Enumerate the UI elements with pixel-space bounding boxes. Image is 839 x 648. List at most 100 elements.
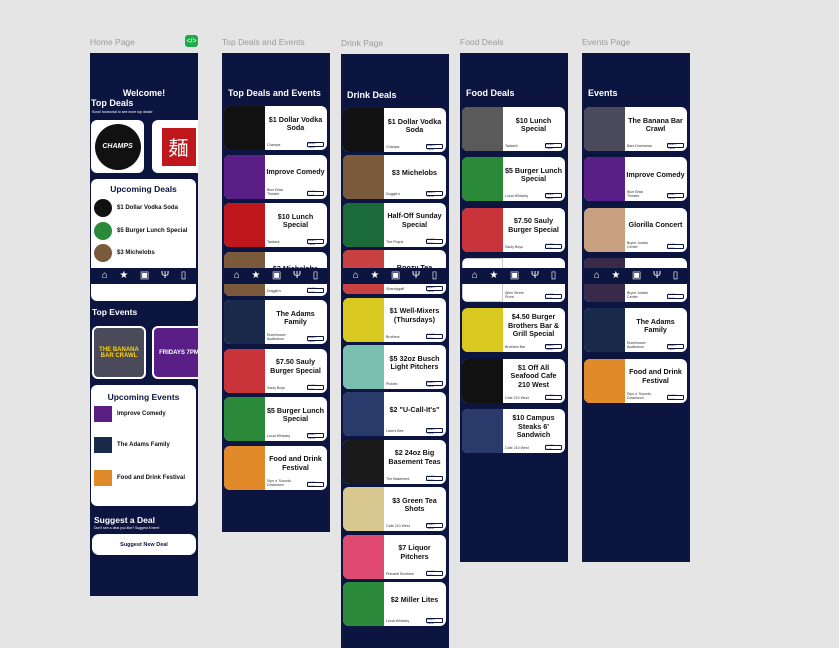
learn-more-badge[interactable]: Learn more xyxy=(307,480,324,488)
home-icon[interactable]: ⌂ xyxy=(594,271,600,281)
learn-more-badge[interactable]: Learn more xyxy=(667,192,684,200)
drink-icon[interactable]: ▯ xyxy=(551,271,557,281)
suggest-title: Suggest a Deal xyxy=(94,515,155,525)
learn-more-badge[interactable]: Learn more xyxy=(307,383,324,391)
calendar-icon[interactable]: ▣ xyxy=(391,271,400,281)
deal-card[interactable]: $7.50 Sauly Burger Special Sauly Boys Lear… xyxy=(462,207,565,252)
calendar-icon[interactable]: ▣ xyxy=(272,271,281,281)
food-icon[interactable]: Ψ xyxy=(161,271,169,281)
calendar-icon[interactable]: ▣ xyxy=(510,271,519,281)
food-icon[interactable]: Ψ xyxy=(293,271,301,281)
suggest-new-deal-button[interactable]: Suggest New Deal xyxy=(92,534,196,555)
learn-more-badge[interactable]: Learn more xyxy=(545,142,562,150)
deal-card[interactable]: Glorilla Concert Bryce Jordan Center Learn… xyxy=(584,207,687,252)
calendar-icon[interactable]: ▣ xyxy=(140,271,149,281)
list-item[interactable]: Improve Comedy xyxy=(94,406,166,422)
deal-card[interactable]: The Adams Family Eisenhower Auditorium Lea… xyxy=(224,300,327,344)
learn-more-badge[interactable]: Learn more xyxy=(667,142,684,150)
deal-card[interactable]: $1 Dollar Vodka Soda Champs Learn more xyxy=(224,106,327,150)
list-item[interactable]: $1 Dollar Vodka Soda xyxy=(94,199,178,217)
deal-card[interactable]: $10 Lunch Special Tadashi Learn more xyxy=(462,107,565,151)
learn-more-badge[interactable]: Learn more xyxy=(426,569,443,577)
deal-card[interactable]: $3 Green Tea Shots Cafe 210 West Learn mor… xyxy=(343,487,446,532)
drink-icon[interactable]: ▯ xyxy=(313,271,319,281)
food-icon[interactable]: Ψ xyxy=(412,271,420,281)
deal-card[interactable]: $1 Off All Seafood Cafe 210 West Cafe 210… xyxy=(462,358,565,403)
deal-card[interactable]: $4.50 Burger Brothers Bar & Grill Specia… xyxy=(462,308,565,353)
top-deal-card-champs[interactable]: CHAMPS xyxy=(91,120,144,173)
learn-more-badge[interactable]: Learn more xyxy=(545,393,562,401)
drink-icon[interactable]: ▯ xyxy=(673,271,679,281)
star-icon[interactable]: ★ xyxy=(119,271,128,281)
card-title: $5 Burger Lunch Special xyxy=(504,165,563,184)
home-icon[interactable]: ⌂ xyxy=(472,271,478,281)
deal-card[interactable]: $1 Well-Mixers (Thursdays) Brothers Learn … xyxy=(343,297,446,342)
learn-more-badge[interactable]: Learn more xyxy=(307,141,324,149)
deal-card[interactable]: Half-Off Sunday Special The Phyrst Learn m… xyxy=(343,202,446,247)
learn-more-badge[interactable]: Learn more xyxy=(307,432,324,440)
deal-card[interactable]: $5 32oz Busch Light Pitchers Pickles Learn… xyxy=(343,345,446,389)
deal-card[interactable]: $1 Dollar Vodka Soda Champs Learn more xyxy=(343,108,446,152)
learn-more-badge[interactable]: Learn more xyxy=(667,242,684,250)
learn-more-badge[interactable]: Learn more xyxy=(426,285,443,293)
deal-card[interactable]: $2 "U-Call-It's" Liam's Bee Learn more xyxy=(343,392,446,437)
drink-icon[interactable]: ▯ xyxy=(432,271,438,281)
learn-more-badge[interactable]: Learn more xyxy=(667,393,684,401)
code-icon[interactable]: </> xyxy=(185,35,198,47)
deal-card[interactable]: $2 24oz Big Basement Teas The Basement Lea… xyxy=(343,439,446,484)
deal-card[interactable]: $5 Burger Lunch Special Local Whiskey Lear… xyxy=(224,397,327,441)
learn-more-badge[interactable]: Learn more xyxy=(545,292,562,300)
star-icon[interactable]: ★ xyxy=(251,271,260,281)
deal-card[interactable]: $7.50 Sauly Burger Special Sauly Boys Lear… xyxy=(224,348,327,393)
learn-more-badge[interactable]: Learn more xyxy=(667,292,684,300)
deal-card[interactable]: $7 Liquor Pitchers Primanti Brothers Learn… xyxy=(343,534,446,579)
learn-more-badge[interactable]: Learn more xyxy=(307,335,324,343)
food-icon[interactable]: Ψ xyxy=(653,271,661,281)
list-item[interactable]: $3 Michelobs xyxy=(94,244,155,262)
learn-more-badge[interactable]: Learn more xyxy=(307,286,324,294)
deal-card[interactable]: The Banana Bar Crawl Bars Downtown Learn m… xyxy=(584,107,687,151)
learn-more-badge[interactable]: Learn more xyxy=(545,242,562,250)
learn-more-badge[interactable]: Learn more xyxy=(426,474,443,482)
list-item[interactable]: $5 Burger Lunch Special xyxy=(94,222,187,240)
food-icon[interactable]: Ψ xyxy=(531,271,539,281)
learn-more-badge[interactable]: Learn more xyxy=(426,380,443,388)
learn-more-badge[interactable]: Learn more xyxy=(426,427,443,435)
learn-more-badge[interactable]: Learn more xyxy=(426,190,443,198)
learn-more-badge[interactable]: Learn more xyxy=(426,237,443,245)
deal-card[interactable]: $2 Miller Lites Local Whiskey Learn more xyxy=(343,582,446,626)
star-icon[interactable]: ★ xyxy=(489,271,498,281)
learn-more-badge[interactable]: Learn more xyxy=(426,332,443,340)
top-event-card-comedy[interactable]: FRIDAYS 7PM xyxy=(152,326,198,379)
home-icon[interactable]: ⌂ xyxy=(234,271,240,281)
list-item[interactable]: Food and Drink Festival xyxy=(94,470,185,486)
star-icon[interactable]: ★ xyxy=(370,271,379,281)
list-item[interactable]: The Adams Family xyxy=(94,437,170,453)
deal-card[interactable]: Food and Drink Festival Sips n' Sounds Do… xyxy=(224,445,327,490)
learn-more-badge[interactable]: Learn more xyxy=(426,522,443,530)
star-icon[interactable]: ★ xyxy=(611,271,620,281)
deal-card[interactable]: Improve Comedy Blue Brick Theater Learn mo… xyxy=(224,154,327,199)
calendar-icon[interactable]: ▣ xyxy=(632,271,641,281)
deal-card[interactable]: $3 Michelobs Doggie's Learn more xyxy=(343,155,446,200)
learn-more-badge[interactable]: Learn more xyxy=(545,343,562,351)
top-deal-card-tadashi[interactable]: 麺 xyxy=(152,120,198,173)
learn-more-badge[interactable]: Learn more xyxy=(307,189,324,197)
deal-card[interactable]: The Adams Family Eisenhower Auditorium Lea… xyxy=(584,308,687,353)
deal-card[interactable]: $10 Campus Steaks 6' Sandwich Cafe 210 We… xyxy=(462,408,565,453)
top-event-card-banana[interactable]: THE BANANA BAR CRAWL xyxy=(92,326,146,379)
learn-more-badge[interactable]: Learn more xyxy=(426,143,443,151)
drink-icon[interactable]: ▯ xyxy=(181,271,187,281)
home-icon[interactable]: ⌂ xyxy=(102,271,108,281)
deal-card[interactable]: $5 Burger Lunch Special Local Whiskey Lear… xyxy=(462,157,565,202)
learn-more-badge[interactable]: Learn more xyxy=(307,238,324,246)
deal-card[interactable]: $10 Lunch Special Tadashi Learn more xyxy=(224,203,327,247)
learn-more-badge[interactable]: Learn more xyxy=(426,617,443,625)
deal-card[interactable]: Food and Drink Festival Sips n' Sounds Do… xyxy=(584,358,687,403)
home-icon[interactable]: ⌂ xyxy=(353,271,359,281)
learn-more-badge[interactable]: Learn more xyxy=(545,443,562,451)
learn-more-badge[interactable]: Learn more xyxy=(667,343,684,351)
card-logo xyxy=(224,397,265,441)
deal-card[interactable]: Improve Comedy Blue Brick Theater Learn mo… xyxy=(584,157,687,202)
learn-more-badge[interactable]: Learn more xyxy=(545,192,562,200)
